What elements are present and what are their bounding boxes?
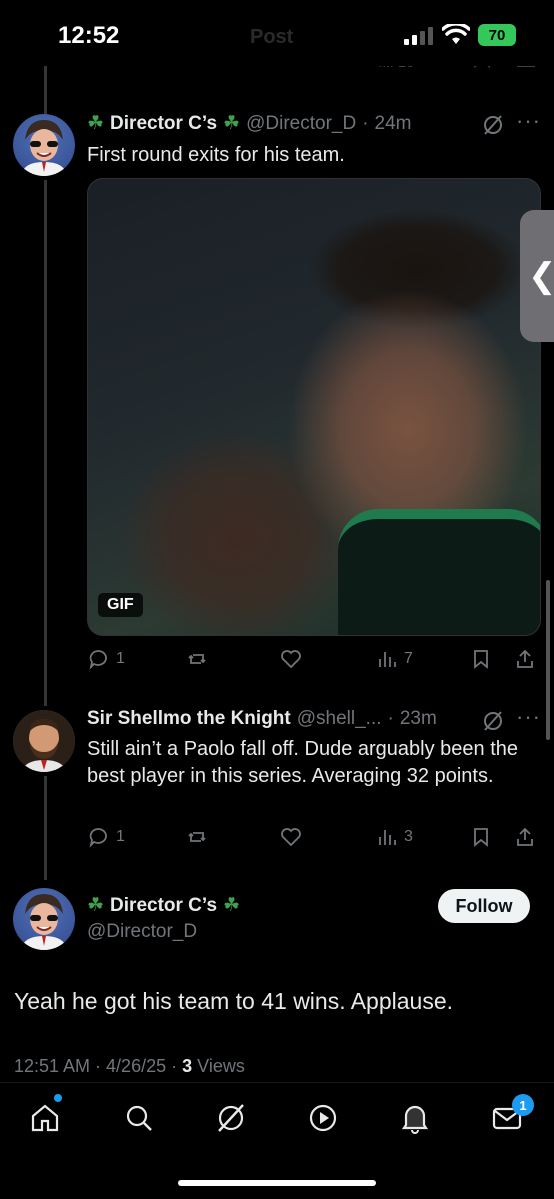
follow-button[interactable]: Follow: [438, 889, 530, 923]
gif-badge: GIF: [98, 593, 143, 617]
avatar-image: [13, 710, 75, 772]
handle[interactable]: @Director_D: [246, 113, 356, 135]
grok-icon: [218, 1104, 244, 1132]
grok-icon[interactable]: [482, 114, 504, 136]
main-tweet-name-row: ☘ Director C’s ☘: [87, 894, 240, 917]
share-icon: [517, 827, 533, 846]
battery-level: 70: [488, 26, 506, 44]
repost-button[interactable]: [186, 648, 208, 670]
scrollbar[interactable]: [546, 580, 550, 740]
play-circle-icon: [309, 1104, 337, 1132]
thread-line: [44, 180, 47, 706]
home-icon: [31, 1104, 59, 1132]
reply-icon: [89, 828, 107, 848]
like-button[interactable]: [280, 648, 302, 670]
tweet-actions: 1 3: [0, 826, 554, 852]
repost-icon: [188, 832, 206, 842]
tweet-meta: 12:51 AM · 4/26/25 · 3 Views: [14, 1056, 245, 1077]
views-icon: [379, 652, 396, 667]
home-notification-dot: [54, 1094, 62, 1102]
views-icon: [379, 830, 396, 845]
views-count: 3: [182, 1056, 193, 1076]
avatar-image: [21, 120, 67, 176]
clover-icon: ☘: [223, 895, 241, 916]
wifi-icon: [442, 24, 470, 44]
avatar-image: [21, 894, 67, 950]
status-bar: 12:52 Post 70: [0, 0, 554, 66]
reply-button[interactable]: 1: [88, 826, 125, 848]
handle[interactable]: @shell_...: [297, 708, 382, 730]
main-tweet-text: Yeah he got his team to 41 wins. Applaus…: [14, 988, 454, 1014]
avatar[interactable]: [13, 888, 75, 950]
tab-notifications[interactable]: [398, 1101, 432, 1135]
search-icon: [126, 1105, 152, 1131]
views-button[interactable]: 7: [376, 648, 413, 670]
repost-button[interactable]: [186, 826, 208, 848]
tweet-actions: 1 7: [0, 648, 554, 674]
views-button[interactable]: 3: [376, 826, 413, 848]
tab-home[interactable]: [28, 1101, 62, 1135]
more-icon[interactable]: ···: [516, 108, 541, 134]
home-indicator[interactable]: [178, 1180, 376, 1186]
heart-icon: [281, 828, 301, 847]
reply-count: 1: [116, 650, 125, 667]
bookmark-button[interactable]: [470, 826, 492, 848]
views-count: 3: [404, 828, 413, 845]
handle[interactable]: @Director_D: [87, 921, 197, 943]
tab-grok[interactable]: [214, 1101, 248, 1135]
views-count: 7: [404, 650, 413, 667]
bookmark-icon: [474, 828, 488, 847]
clover-icon: ☘: [87, 895, 105, 916]
repost-icon: [188, 654, 206, 664]
avatar[interactable]: [13, 114, 75, 176]
reply-icon: [89, 650, 107, 670]
media-jersey-shape: [338, 509, 540, 635]
reply-count: 1: [116, 828, 125, 845]
status-time: 12:52: [58, 22, 120, 49]
tweet-header: Sir Shellmo the Knight @shell_... · 23m: [87, 708, 467, 730]
tweet-header: ☘ Director C’s ☘ @Director_D · 24m: [87, 112, 459, 135]
signal-icon: [404, 27, 433, 45]
avatar[interactable]: [13, 710, 75, 772]
bell-icon: [401, 1105, 429, 1134]
bookmark-icon: [474, 650, 488, 669]
display-name[interactable]: Director C’s: [110, 113, 217, 135]
clover-icon: ☘: [223, 113, 241, 134]
display-name[interactable]: Sir Shellmo the Knight: [87, 708, 291, 730]
display-name[interactable]: Director C’s: [110, 895, 217, 917]
tweet-text: Still ain’t a Paolo fall off. Dude argua…: [87, 738, 519, 787]
messages-badge: 1: [512, 1094, 534, 1116]
bookmark-button[interactable]: [470, 648, 492, 670]
more-icon[interactable]: ···: [516, 704, 541, 730]
chevron-left-icon: ❮: [528, 257, 554, 295]
grok-icon[interactable]: [482, 710, 504, 732]
tab-search[interactable]: [122, 1101, 156, 1135]
tweet-time[interactable]: 23m: [400, 708, 437, 730]
like-button[interactable]: [280, 826, 302, 848]
timestamp: 12:51 AM · 4/26/25 ·: [14, 1056, 183, 1076]
page-title: Post: [250, 26, 294, 48]
tab-spaces[interactable]: [306, 1101, 340, 1135]
tweet-media-gif[interactable]: GIF: [87, 178, 541, 636]
heart-icon: [281, 650, 301, 669]
tweet-time[interactable]: 24m: [375, 113, 412, 135]
separator-dot: ·: [387, 708, 394, 729]
reply-button[interactable]: 1: [88, 648, 125, 670]
side-panel-handle[interactable]: ❮: [520, 210, 554, 342]
share-button[interactable]: [514, 648, 536, 670]
separator-dot: ·: [362, 112, 369, 134]
views-label: Views: [197, 1056, 245, 1076]
share-icon: [517, 649, 533, 668]
tweet-text: First round exits for his team.: [87, 144, 345, 166]
clover-icon: ☘: [87, 113, 105, 134]
share-button[interactable]: [514, 826, 536, 848]
battery-indicator: 70: [478, 24, 516, 46]
